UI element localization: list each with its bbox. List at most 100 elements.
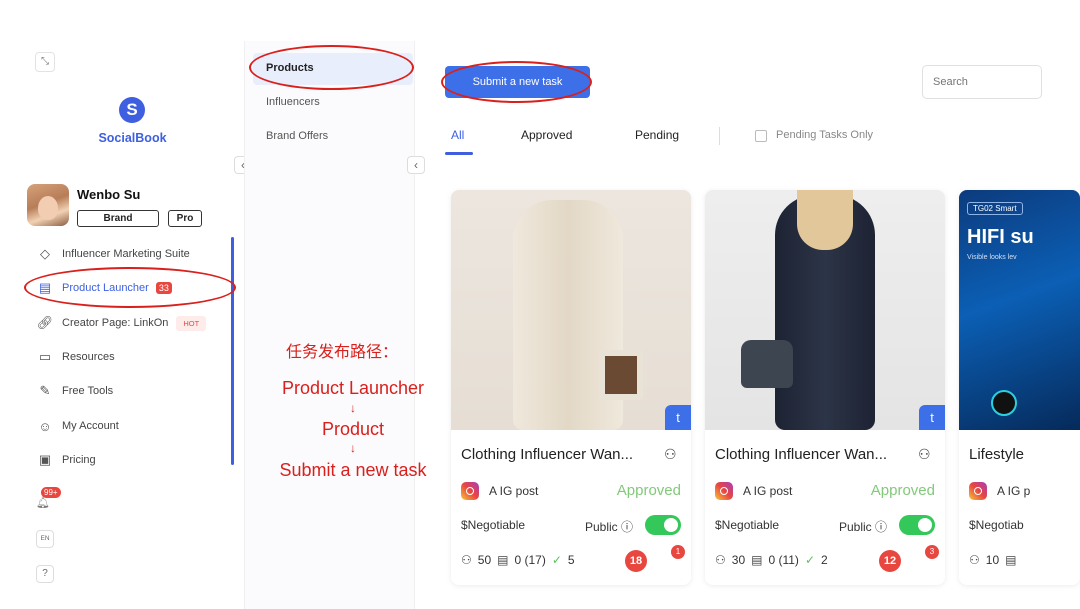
applicants-count: 50 [477,553,492,567]
tab-approved[interactable]: Approved [521,128,572,142]
annotation-step-product-launcher: Product Launcher [281,378,425,398]
card-title[interactable]: Clothing Influencer Wan... [461,446,633,463]
card-title[interactable]: Lifestyle [969,446,1024,463]
tasks-icon: ▤ [751,553,763,567]
tab-divider [719,127,720,145]
product-image [705,190,945,430]
brand-name: SocialBook [98,131,167,145]
annotation-step-product: Product [321,419,385,439]
sidebar-scrollbar[interactable] [231,237,234,465]
sidebar-item-my-account[interactable]: ☺ My Account [36,416,119,436]
socialbook-logo: S [119,97,145,123]
tasks-count: 0 (11) [768,553,799,567]
notification-count: 99+ [41,487,61,498]
image-title: HIFI su [967,226,1034,248]
post-type: A IG p [997,484,1031,498]
pending-only-checkbox[interactable] [755,130,767,142]
sidebar-item-pricing[interactable]: ▣ Pricing [36,450,96,470]
public-toggle[interactable] [645,515,681,535]
help-button[interactable]: ? [36,565,54,583]
tasks-icon: ▤ [497,553,509,567]
task-card[interactable]: t Clothing Influencer Wan... ⚇ A IG post… [451,190,691,585]
subnav-item-influencers[interactable]: Influencers [266,96,320,108]
plan-badge: Brand [77,210,159,227]
product-image: TG02 Smart HIFI su Visible looks lev [959,190,1080,430]
wallet-icon: ▣ [38,452,52,467]
diamond-icon: ◇ [40,246,50,261]
arrow-down-icon: ↓ [350,441,356,455]
applicants-icon: ⚇ [969,553,980,567]
pending-only-label: Pending Tasks Only [776,129,874,141]
sidebar-item-label: Influencer Marketing Suite [62,248,190,260]
annotation-heading: 任务发布路径： [286,344,399,361]
status-label: Approved [616,482,681,499]
hot-tag: HOT [176,315,207,331]
price-label: $Negotiab [969,518,1024,532]
subnav-toggle-chevron-icon[interactable]: ‹ [407,156,425,174]
tab-all[interactable]: All [451,128,464,142]
collapse-icon[interactable]: ⤡ [35,52,55,72]
earbud-shape [991,390,1017,416]
sidebar-item-influencer-marketing-suite[interactable]: ◇ Influencer Marketing Suite [36,244,190,264]
subnav-item-brand-offers[interactable]: Brand Offers [266,130,328,142]
public-toggle[interactable] [899,515,935,535]
card-stats: ⚇ 10 ▤ [969,553,1016,567]
tasks-count: 0 (17) [514,553,546,567]
price-label: $Negotiable [461,518,526,532]
tab-active-indicator [445,152,473,155]
task-card[interactable]: TG02 Smart HIFI su Visible looks lev Lif… [959,190,1080,585]
person-icon: ⚇ [664,446,677,462]
bag-shape [599,350,643,400]
tasks-icon: ▤ [1005,553,1017,567]
applicants-icon: ⚇ [461,553,472,567]
sidebar-item-free-tools[interactable]: ✎ Free Tools [36,381,114,401]
alert-count-badge: 1 [671,545,685,559]
applicants-icon: ⚇ [715,553,726,567]
instagram-icon [715,482,733,500]
avatar[interactable] [27,184,69,226]
approved-count: 2 [821,553,828,567]
tag-badge: t [665,405,691,430]
language-button[interactable]: EN [36,530,54,548]
bag-shape [741,340,793,388]
sidebar-item-label: Pricing [62,454,96,466]
sidebar-item-label: Resources [62,351,115,363]
card-title[interactable]: Clothing Influencer Wan... [715,446,887,463]
help-circle-icon[interactable]: ⓘ [875,520,887,534]
visibility-text: Public [585,520,618,534]
annotation-ellipse-submit [441,61,592,103]
instagram-icon [969,482,987,500]
approved-count: 5 [567,553,575,567]
card-stats: ⚇ 30 ▤ 0 (11) ✓ 2 [715,553,828,567]
tag-badge: t [919,405,945,430]
person-icon: ⚇ [918,446,931,462]
link-icon: 🔗︎ [36,315,54,330]
help-circle-icon[interactable]: ⓘ [621,520,633,534]
annotation-ellipse-products [249,45,414,90]
visibility-label: Public ⓘ [585,518,633,535]
post-type: A IG post [743,484,793,498]
bell-icon[interactable]: 🔔︎ [36,496,52,512]
arrow-down-icon: ↓ [350,401,356,415]
search-input[interactable] [922,65,1042,99]
applicants-count: 10 [985,553,1000,567]
sidebar-item-label: Free Tools [62,385,114,397]
sidebar-item-creator-page[interactable]: 🔗︎ Creator Page: LinkOn HOT [36,313,207,333]
pending-count-badge[interactable]: 18 [625,550,647,572]
annotation-ellipse-product-launcher [24,267,236,308]
folder-icon: ▭ [38,349,52,364]
tab-pending[interactable]: Pending [635,128,679,142]
applicants-count: 30 [731,553,746,567]
status-label: Approved [870,482,935,499]
sidebar-item-label: Creator Page: LinkOn [62,317,169,329]
pending-count-badge[interactable]: 12 [879,550,901,572]
user-name: Wenbo Su [77,187,141,202]
instagram-icon [461,482,479,500]
user-icon: ☺ [38,418,52,434]
sidebar-item-resources[interactable]: ▭ Resources [36,347,115,367]
product-image [451,190,691,430]
tier-badge: Pro [168,210,202,227]
visibility-text: Public [839,520,872,534]
task-card[interactable]: t Clothing Influencer Wan... ⚇ A IG post… [705,190,945,585]
price-label: $Negotiable [715,518,780,532]
